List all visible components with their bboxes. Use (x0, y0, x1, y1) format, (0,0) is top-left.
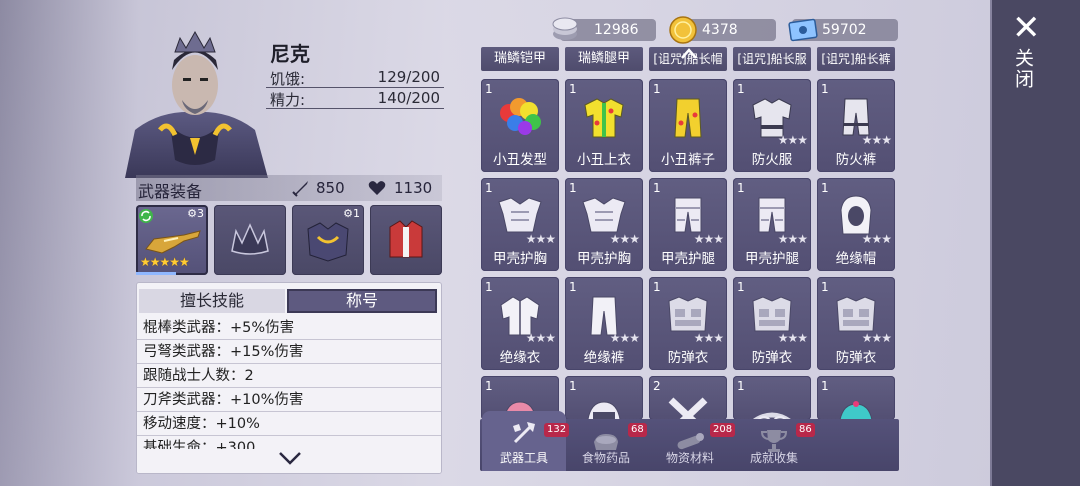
inventory-item[interactable]: 1 ★★★ 甲壳护胸 (481, 178, 559, 271)
character-portrait (125, 30, 268, 178)
inventory-item[interactable]: 1 ★★★ 绝缘裤 (565, 277, 643, 370)
scroll-up-icon[interactable] (680, 48, 698, 60)
weapon-equipment-title: 武器装备 (138, 182, 203, 201)
inventory-item[interactable]: 1 (565, 376, 643, 420)
tab-achievements[interactable]: 86 成就收集 (732, 419, 816, 471)
inventory-item[interactable]: 1 (817, 376, 895, 420)
grid-header[interactable]: [诅咒]船长裤 (817, 47, 895, 71)
silver-value: 12986 (594, 22, 639, 38)
heart-icon (368, 181, 386, 195)
weapon-equipment-header: 武器装备 850 1130 (136, 175, 442, 201)
weapon-stars: ★★★★★ (140, 255, 190, 269)
spike-crown-icon (231, 223, 269, 255)
refresh-icon (139, 209, 153, 223)
equip-slot-body[interactable]: ⚙1 (292, 205, 364, 275)
tab-food-medicine[interactable]: 68 食物药品 (564, 419, 648, 471)
tab-label: 食物药品 (581, 451, 630, 465)
inventory-item[interactable]: 1 ★★★ 防火服 (733, 79, 811, 172)
health-value: 1130 (394, 179, 433, 197)
skill-line: 移动速度：+10% (137, 412, 441, 436)
golden-gun-icon (145, 230, 201, 254)
hunger-label: 饥饿: (270, 70, 306, 88)
cash-bill-icon (788, 18, 818, 42)
durability-bar (136, 272, 176, 275)
energy-label: 精力: (270, 91, 306, 109)
rainbow-wig-icon (500, 98, 541, 135)
clown-pants-icon (674, 98, 702, 138)
energy-value: 140/200 (377, 89, 440, 107)
tab-skills[interactable]: 擅长技能 (139, 289, 285, 313)
inventory-item[interactable]: 1 ★★★ 甲壳护胸 (565, 178, 643, 271)
tab-badge: 68 (628, 423, 647, 437)
equip-slot-head[interactable] (214, 205, 286, 275)
skills-panel: 擅长技能 称号 棍棒类武器：+5%伤害 弓弩类武器：+15%伤害 跟随战士人数：… (136, 282, 442, 474)
silver-coin-stack-icon (552, 17, 578, 40)
teal-cap-icon (839, 401, 873, 420)
character-name: 尼克 (270, 42, 310, 66)
inventory-item[interactable]: 1 ★★★ 防弹衣 (817, 277, 895, 370)
tab-title[interactable]: 称号 (287, 289, 437, 313)
grid-header[interactable]: 瑞鳞铠甲 (481, 47, 559, 71)
close-icon[interactable]: ✕ (1012, 11, 1041, 45)
inventory-item[interactable]: 1 ★★★ 绝缘帽 (817, 178, 895, 271)
tab-weapons-tools[interactable]: 132 武器工具 (482, 411, 570, 471)
gold-coin-icon (669, 16, 697, 44)
equip-slot-weapon[interactable]: ⚙3 ★★★★★ (136, 205, 208, 275)
inventory-item[interactable]: 2 (649, 376, 727, 420)
equip-slot-accessory[interactable] (370, 205, 442, 275)
clown-shirt-icon (584, 98, 624, 138)
tab-badge: 86 (796, 423, 815, 437)
armor-vest-icon (307, 222, 349, 262)
inventory-item[interactable]: 1 小丑发型 (481, 79, 559, 172)
inventory-item[interactable]: 1 ★★★ 防弹衣 (733, 277, 811, 370)
red-jacket-icon (389, 220, 423, 258)
inventory-item[interactable]: 1 ★★★ 甲壳护腿 (649, 178, 727, 271)
inventory-item[interactable]: 1 ★★★ 绝缘衣 (481, 277, 559, 370)
close-label[interactable]: 关闭 (1012, 48, 1037, 90)
goggles-icon (751, 412, 793, 420)
skill-line: 基础生命：+300 (137, 436, 441, 450)
cash-value: 59702 (822, 22, 867, 38)
hunger-value: 129/200 (377, 68, 440, 86)
grid-header[interactable]: 瑞鳞腿甲 (565, 47, 643, 71)
chevron-down-icon[interactable] (277, 449, 303, 467)
tab-materials[interactable]: 208 物资材料 (648, 419, 736, 471)
skill-line: 棍棒类武器：+5%伤害 (137, 316, 441, 340)
crossed-item-icon (668, 397, 708, 420)
hunger-stat: 饥饿: 129/200 (266, 68, 444, 88)
energy-stat: 精力: 140/200 (266, 89, 444, 109)
tab-label: 成就收集 (749, 451, 798, 465)
inventory-item[interactable]: 1 ★★★ 甲壳护腿 (733, 178, 811, 271)
skill-line: 跟随战士人数：2 (137, 364, 441, 388)
inventory-item[interactable]: 1 (733, 376, 811, 420)
attack-value: 850 (316, 179, 345, 197)
tab-label: 武器工具 (499, 451, 548, 465)
grid-header[interactable]: [诅咒]船长服 (733, 47, 811, 71)
skill-line: 弓弩类武器：+15%伤害 (137, 340, 441, 364)
inventory-item[interactable]: 1 ★★★ 防火裤 (817, 79, 895, 172)
tab-label: 物资材料 (665, 451, 714, 465)
inventory-item[interactable]: 1 ★★★ 防弹衣 (649, 277, 727, 370)
white-helmet-icon (587, 401, 621, 420)
axe-hammer-icon (513, 422, 535, 444)
skill-line: 刀斧类武器：+10%伤害 (137, 388, 441, 412)
inventory-item[interactable]: 1 小丑上衣 (565, 79, 643, 172)
sword-icon (292, 181, 308, 197)
gear-level: ⚙3 (187, 207, 204, 220)
inventory-item[interactable]: 1 小丑裤子 (649, 79, 727, 172)
gold-value: 4378 (702, 22, 738, 38)
